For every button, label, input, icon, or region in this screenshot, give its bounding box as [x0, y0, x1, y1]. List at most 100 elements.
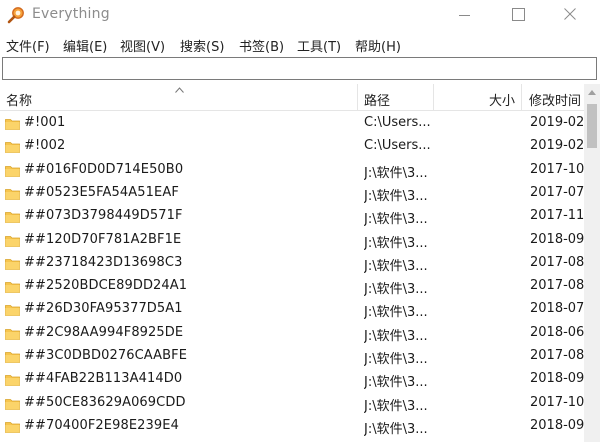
- file-name: ##120D70F781A2BF1E: [24, 231, 182, 247]
- file-name: ##50CE83629A069CDD: [24, 394, 186, 410]
- folder-icon: [5, 212, 20, 224]
- close-icon: [564, 8, 576, 20]
- column-header-path[interactable]: 路径: [358, 84, 434, 111]
- column-date-label: 修改时间: [529, 94, 582, 109]
- list-item[interactable]: #!001 C:\Users... 2019-02: [0, 111, 584, 134]
- menu-tools[interactable]: 工具(T): [297, 36, 341, 55]
- menu-help[interactable]: 帮助(H): [355, 36, 401, 55]
- file-name: ##26D30FA95377D5A1: [24, 301, 183, 317]
- file-path: J:\软件\3...: [364, 398, 428, 414]
- list-item[interactable]: ##0523E5FA54A51EAF J:\软件\3... 2017-07: [0, 181, 584, 204]
- list-item[interactable]: ##50CE83629A069CDD J:\软件\3... 2017-10: [0, 391, 584, 414]
- file-path: J:\软件\3...: [364, 212, 428, 228]
- file-path: J:\软件\3...: [364, 188, 428, 204]
- folder-icon: [5, 352, 20, 363]
- results-list[interactable]: #!001 C:\Users... 2019-02 #!002 C:\Users... 2…: [0, 111, 584, 442]
- column-header-size[interactable]: 大小: [434, 84, 522, 111]
- file-date: 2018-09: [530, 371, 584, 387]
- file-path: J:\软件\3...: [364, 235, 428, 251]
- file-name: ##016F0D0D714E50B0: [24, 161, 184, 177]
- file-date: 2017-10: [530, 161, 584, 177]
- list-item[interactable]: #!002 C:\Users... 2019-02: [0, 134, 584, 157]
- file-date: 2019-02: [530, 138, 584, 154]
- file-date: 2019-02: [530, 115, 584, 130]
- file-path: C:\Users...: [364, 115, 431, 130]
- list-item[interactable]: ##2C98AA994F8925DE J:\软件\3... 2018-06: [0, 321, 584, 344]
- file-path: J:\软件\3...: [364, 375, 428, 391]
- list-item[interactable]: ##23718423D13698C3 J:\软件\3... 2017-08: [0, 251, 584, 274]
- file-path: J:\软件\3...: [364, 282, 428, 298]
- file-name: ##3C0DBD0276CAABFE: [24, 348, 188, 363]
- file-date: 2017-08: [530, 348, 584, 363]
- menu-search[interactable]: 搜索(S): [180, 36, 224, 55]
- magnifier-app-icon: [7, 7, 24, 24]
- list-item[interactable]: ##3C0DBD0276CAABFE J:\软件\3... 2017-08: [0, 344, 584, 367]
- file-name: ##70400F2E98E239E4: [24, 417, 179, 433]
- file-date: 2018-06: [530, 324, 584, 340]
- file-path: J:\软件\3...: [364, 165, 428, 181]
- menu-file[interactable]: 文件(F): [6, 36, 50, 55]
- file-path: J:\软件\3...: [364, 305, 428, 321]
- folder-icon: [5, 235, 20, 247]
- list-item[interactable]: ##70400F2E98E239E4 J:\软件\3... 2018-09: [0, 414, 584, 437]
- list-item[interactable]: ##120D70F781A2BF1E J:\软件\3... 2018-09: [0, 228, 584, 251]
- file-name: ##4FAB22B113A414D0: [24, 371, 183, 387]
- list-item[interactable]: ##016F0D0D714E50B0 J:\软件\3... 2017-10: [0, 158, 584, 181]
- file-path: J:\软件\3...: [364, 421, 428, 437]
- file-path: J:\软件\3...: [364, 328, 428, 344]
- file-name: ##073D3798449D571F: [24, 208, 183, 224]
- window-title: Everything: [32, 6, 110, 22]
- file-path: J:\软件\3...: [364, 258, 428, 274]
- file-date: 2017-08: [530, 278, 584, 294]
- folder-icon: [5, 188, 20, 200]
- folder-icon: [5, 305, 20, 317]
- file-date: 2017-10: [530, 394, 584, 410]
- file-date: 2018-09: [530, 231, 584, 247]
- folder-icon: [5, 165, 20, 177]
- file-path: C:\Users...: [364, 138, 431, 154]
- folder-icon: [5, 142, 20, 154]
- title-bar[interactable]: Everything: [0, 0, 600, 31]
- folder-icon: [5, 328, 20, 340]
- file-name: #!001: [24, 115, 66, 130]
- file-name: ##23718423D13698C3: [24, 254, 183, 270]
- search-input[interactable]: [2, 57, 597, 80]
- scroll-thumb[interactable]: [587, 104, 597, 148]
- folder-icon: [5, 258, 20, 270]
- list-item[interactable]: ##4FAB22B113A414D0 J:\软件\3... 2018-09: [0, 367, 584, 390]
- column-size-label: 大小: [488, 94, 515, 109]
- file-name: ##2C98AA994F8925DE: [24, 324, 184, 340]
- file-date: 2017-11: [530, 208, 584, 224]
- scroll-up-button[interactable]: [584, 84, 600, 101]
- minimize-button[interactable]: [443, 0, 489, 31]
- file-name: #!002: [24, 138, 66, 154]
- file-date: 2018-07: [530, 301, 584, 317]
- folder-icon: [5, 421, 20, 433]
- sort-ascending-icon: [175, 87, 184, 93]
- file-name: ##0523E5FA54A51EAF: [24, 184, 179, 200]
- column-name-label: 名称: [6, 94, 33, 109]
- maximize-button[interactable]: [496, 0, 542, 31]
- menu-bookmarks[interactable]: 书签(B): [239, 36, 284, 55]
- file-name: ##2520BDCE89DD24A1: [24, 278, 188, 294]
- list-item[interactable]: ##26D30FA95377D5A1 J:\软件\3... 2018-07: [0, 297, 584, 320]
- folder-icon: [5, 282, 20, 293]
- menu-edit[interactable]: 编辑(E): [63, 36, 107, 55]
- menu-view[interactable]: 视图(V): [120, 36, 165, 55]
- menu-bar: 文件(F) 编辑(E) 视图(V) 搜索(S) 书签(B) 工具(T) 帮助(H…: [0, 31, 600, 55]
- folder-icon: [5, 119, 20, 130]
- list-item[interactable]: ##2520BDCE89DD24A1 J:\软件\3... 2017-08: [0, 274, 584, 297]
- column-header-date[interactable]: 修改时间: [522, 84, 584, 111]
- column-header: 名称 路径 大小 修改时间: [0, 84, 600, 111]
- close-button[interactable]: [548, 0, 594, 31]
- folder-icon: [5, 398, 20, 410]
- column-header-name[interactable]: 名称: [0, 84, 358, 111]
- list-item[interactable]: ##073D3798449D571F J:\软件\3... 2017-11: [0, 204, 584, 227]
- file-path: J:\软件\3...: [364, 352, 428, 367]
- folder-icon: [5, 375, 20, 387]
- file-date: 2018-09: [530, 417, 584, 433]
- column-path-label: 路径: [364, 94, 391, 109]
- vertical-scrollbar[interactable]: [584, 84, 600, 442]
- file-date: 2017-07: [530, 184, 584, 200]
- file-date: 2017-08: [530, 254, 584, 270]
